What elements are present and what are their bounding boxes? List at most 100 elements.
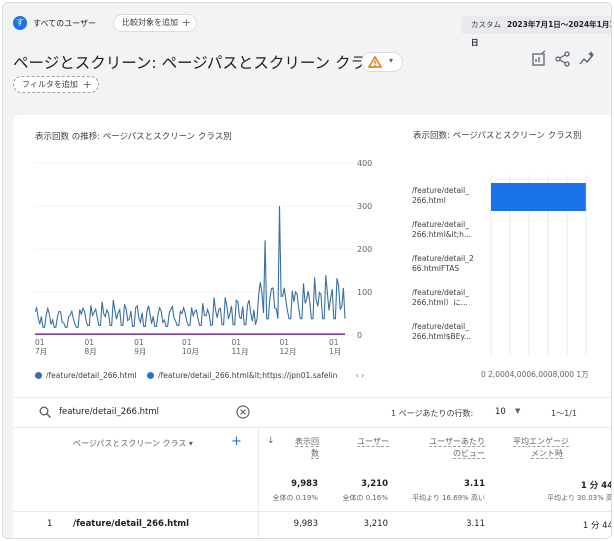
search-input[interactable]: feature/detail_266.html xyxy=(59,407,159,417)
row-page-path[interactable]: /feature/detail_266.html xyxy=(73,519,189,529)
column-header-users[interactable]: ユーザー xyxy=(333,436,389,448)
x-tick-month: 9月 xyxy=(134,347,146,356)
search-icon xyxy=(39,406,51,418)
legend-dot xyxy=(35,372,42,379)
table-search-row: feature/detail_266.html 1 ページあたりの行数: 10 … xyxy=(13,397,611,425)
x-tick-month: 12月 xyxy=(279,347,296,356)
total-views-per-user: 3.11 xyxy=(464,479,485,489)
x-tick-day: 01 xyxy=(85,338,95,347)
caret-down-icon[interactable]: ▼ xyxy=(515,407,520,415)
bar-category-label: /feature/detail_ xyxy=(412,322,469,331)
date-range-prefix: カスタム xyxy=(471,20,501,29)
row-engagement-time: 1 分 44 xyxy=(582,521,612,531)
chevron-down-icon: ▾ xyxy=(389,56,394,65)
row-users: 3,210 xyxy=(363,519,388,529)
total-views-share: 全体の 0.19% xyxy=(272,494,318,502)
add-filter-label: フィルタを追加 xyxy=(22,80,78,89)
y-tick-label: 0 xyxy=(357,331,362,340)
legend-label: /feature/detail_266.html&lt;https://jpn0… xyxy=(158,371,338,380)
report-frame: す すべてのユーザー 比較対象を追加 + カスタム 2023年7月1日〜2024年… xyxy=(2,2,612,539)
bar-x-tick-labels: 0 2,0004,0006,0008,000 1万 xyxy=(481,370,589,379)
row-index: 1 xyxy=(47,519,53,529)
rows-per-page-select[interactable]: 10 xyxy=(495,407,506,417)
column-header-engagement-time[interactable]: 平均エンゲージメント時 xyxy=(513,436,593,460)
total-engagement-time: 1 分 44 xyxy=(580,481,612,491)
customize-report-icon[interactable] xyxy=(530,50,548,68)
series-line-detail-266 xyxy=(35,205,346,328)
x-tick-day: 01 xyxy=(232,338,242,347)
total-views-per-user-compare: 平均より 16.69% 高い xyxy=(411,494,485,502)
sort-desc-icon[interactable]: ↓ xyxy=(267,436,275,446)
legend-item[interactable]: /feature/detail_266.html xyxy=(35,371,137,380)
bar-category-label: /feature/detail_ xyxy=(412,288,469,297)
x-tick-month: 1月 xyxy=(329,347,341,356)
total-users-share: 全体の 0.16% xyxy=(342,494,388,502)
share-icon[interactable] xyxy=(554,50,572,68)
add-filter-button[interactable]: フィルタを追加 + xyxy=(13,76,99,93)
bar-category-label: 266.html&lt;h... xyxy=(412,230,471,239)
chart-legend: /feature/detail_266.html /feature/detail… xyxy=(35,371,364,380)
x-tick-day: 01 xyxy=(134,338,144,347)
column-header-line: のビュー xyxy=(453,449,485,459)
data-quality-button[interactable]: ▾ xyxy=(361,52,403,72)
plus-icon: + xyxy=(82,78,92,91)
line-chart[interactable]: 4003002001000017月018月019月0110月0111月0112月… xyxy=(35,155,395,360)
total-engagement-time-compare: 平均より 30.03% 高 xyxy=(546,494,612,502)
add-dimension-button[interactable]: + xyxy=(231,434,242,449)
x-tick-month: 11月 xyxy=(232,347,249,356)
row-views-per-user: 3.11 xyxy=(466,519,485,529)
column-header-line: 表示回 xyxy=(295,437,319,447)
bar xyxy=(491,183,586,211)
bar-category-label: 266.html xyxy=(412,196,446,205)
bar-chart[interactable]: /feature/detail_266.html/feature/detail_… xyxy=(408,145,608,395)
column-header-line: ユーザー xyxy=(357,437,389,447)
add-comparison-label: 比較対象を追加 xyxy=(122,18,178,27)
x-tick-day: 01 xyxy=(329,338,339,347)
legend-item[interactable]: /feature/detail_266.html&lt;https://jpn0… xyxy=(147,371,337,380)
bar-chart-title: 表示回数: ページパスとスクリーン クラス別 xyxy=(413,131,582,141)
column-header-line: 平均エンゲージ xyxy=(513,437,569,447)
y-tick-label: 300 xyxy=(357,202,372,211)
chevron-down-icon: ▾ xyxy=(188,439,193,448)
pagination-label: 1〜1/1 xyxy=(551,409,577,418)
segment-label[interactable]: すべてのユーザー xyxy=(33,18,96,29)
column-header-line: ユーザーあたり xyxy=(429,437,485,447)
legend-dot xyxy=(147,372,155,379)
clear-search-icon[interactable] xyxy=(236,405,250,419)
plus-icon: + xyxy=(181,16,191,29)
x-tick-day: 01 xyxy=(279,338,289,347)
x-tick-month: 7月 xyxy=(35,347,47,356)
x-tick-month: 10月 xyxy=(182,347,199,356)
column-header-line: メント時 xyxy=(531,449,563,459)
rows-per-page-label: 1 ページあたりの行数: xyxy=(391,409,474,418)
insights-icon[interactable] xyxy=(578,50,596,68)
legend-label: /feature/detail_266.html xyxy=(46,371,137,380)
date-range-picker[interactable]: カスタム 2023年7月1日〜2024年1月11日 xyxy=(461,16,611,47)
dimension-header-label: ページパスとスクリーン クラス xyxy=(73,439,187,448)
y-tick-label: 400 xyxy=(357,159,372,168)
x-tick-day: 01 xyxy=(35,338,45,347)
column-header-views-per-user[interactable]: ユーザーあたりのビュー xyxy=(405,436,485,460)
legend-pager[interactable]: ‹ › xyxy=(356,371,364,380)
dimension-header[interactable]: ページパスとスクリーン クラス ▾ xyxy=(73,438,193,449)
segment-avatar[interactable]: す xyxy=(13,16,27,30)
x-tick-month: 8月 xyxy=(85,347,97,356)
warning-icon xyxy=(368,56,382,68)
table-header: ページパスとスクリーン クラス ▾ + ↓ 表示回数 ユーザー ユーザーあたりの… xyxy=(13,427,611,471)
totals-row: 9,983 全体の 0.19% 3,210 全体の 0.16% 3.11 平均よ… xyxy=(13,473,612,511)
bar-category-label: /feature/detail_ xyxy=(412,186,469,195)
table-row[interactable]: 1 /feature/detail_266.html 9,983 3,210 3… xyxy=(13,511,612,535)
total-users: 3,210 xyxy=(361,479,388,489)
column-header-views[interactable]: 表示回数 xyxy=(283,436,319,460)
row-views: 9,983 xyxy=(293,519,318,529)
bar-category-label: /feature/detail_2 xyxy=(412,254,474,263)
total-views: 9,983 xyxy=(291,479,318,489)
y-tick-label: 200 xyxy=(357,245,372,254)
line-chart-title: 表示回数 の推移: ページパスとスクリーン クラス別 xyxy=(35,132,232,142)
bar-category-label: 66.htmlFTAS xyxy=(412,264,459,273)
column-header-line: 数 xyxy=(311,449,319,459)
top-bar: す すべてのユーザー 比較対象を追加 + カスタム 2023年7月1日〜2024年… xyxy=(3,3,611,47)
x-tick-day: 01 xyxy=(182,338,192,347)
add-comparison-button[interactable]: 比較対象を追加 + xyxy=(113,14,197,32)
bar-category-label: 266.html$BEy... xyxy=(412,332,471,341)
